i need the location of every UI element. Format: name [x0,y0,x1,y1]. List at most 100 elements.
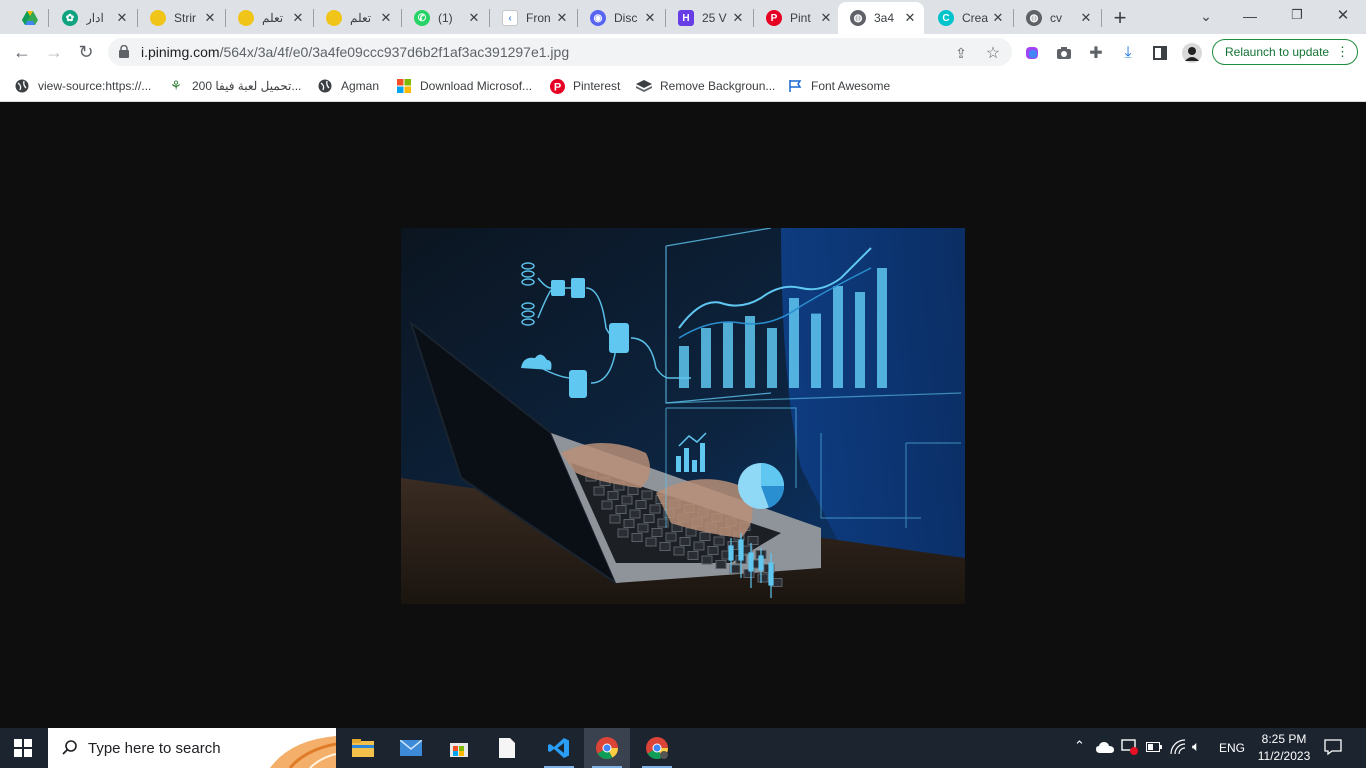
pinterest-icon: P [549,78,565,94]
bookmark-label: Download Microsof... [420,79,533,93]
onedrive-cloud-icon[interactable] [1096,741,1114,756]
photo-keyboard-key [629,509,641,519]
chatgpt-icon: ✿ [62,10,78,26]
tab-frontend[interactable]: ‹ Fron ✕ [490,4,576,32]
pinterest-icon: P [766,10,782,26]
chrome-profile-app[interactable] [634,728,680,768]
side-panel-icon[interactable] [1150,43,1170,63]
more-menu-icon[interactable]: ⋮ [1336,44,1349,60]
photo-keyboard-key [617,528,629,538]
tab-hostinger[interactable]: H 25 V ✕ [666,4,752,32]
tab-canva[interactable]: C Crea ✕ [926,4,1012,32]
battery-icon[interactable] [1146,741,1162,755]
tab-coin-1[interactable]: Strir ✕ [138,4,224,32]
forward-button[interactable]: → [42,40,66,64]
close-icon[interactable]: ✕ [554,10,570,26]
close-icon[interactable]: ✕ [202,10,218,26]
clock-time: 8:25 PM [1261,732,1307,746]
tab-chatgpt[interactable]: ✿ ادار ✕ [50,4,136,32]
close-icon[interactable]: ✕ [378,10,394,26]
bookmark-fifa[interactable]: ⚘ تحميل لعبة فيفا 200... [168,76,301,96]
tab-title: (1) [438,11,453,25]
photo-keyboard-key [693,541,705,551]
photo-keyboard-key [645,537,657,547]
photo-keyboard-key [707,546,719,555]
close-icon[interactable]: ✕ [642,10,658,26]
show-hidden-icons-chevron-icon[interactable]: ⌃ [1074,738,1085,754]
download-icon[interactable]: ⤓ [1118,43,1138,63]
back-button[interactable]: ← [10,40,34,64]
bookmark-star-icon[interactable]: ☆ [984,44,1002,62]
bookmark-label: تحميل لعبة فيفا 200... [192,79,302,93]
photo-keyboard-key [713,536,725,546]
close-icon[interactable]: ✕ [1078,10,1094,26]
bookmark-font-awesome[interactable]: Font Awesome [787,76,890,96]
close-icon[interactable]: ✕ [290,10,306,26]
tab-discord[interactable]: ◉ Disc ✕ [578,4,664,32]
photo-keyboard-key [673,546,685,556]
frontend-icon: ‹ [502,10,518,26]
notifications-icon[interactable] [1324,739,1342,758]
file-explorer-app[interactable] [340,728,386,768]
camera-icon[interactable] [1054,43,1074,63]
clock[interactable]: 8:25 PM 11/2/2023 [1254,731,1314,765]
document-app[interactable] [484,728,530,768]
tab-active-image[interactable]: ◍ 3a4 ✕ [838,2,924,34]
extension-gemini-icon[interactable] [1022,43,1042,63]
bookmark-pinterest[interactable]: P Pinterest [549,76,620,96]
chrome-app[interactable] [584,728,630,768]
tab-search-icon[interactable]: ⌄ [1196,6,1216,26]
close-icon[interactable]: ✕ [902,10,918,26]
url-text: i.pinimg.com/564x/3a/4f/e0/3a4fe09ccc937… [141,44,569,60]
photo-chart-bar [767,328,777,388]
address-bar[interactable]: i.pinimg.com/564x/3a/4f/e0/3a4fe09ccc937… [108,38,1012,66]
tab-pinterest[interactable]: P Pint ✕ [754,4,840,32]
photo-chart-bar [855,292,865,388]
photo-keyboard-key [757,573,769,583]
photo-keyboard-key [621,495,633,505]
displayed-image[interactable] [401,228,965,604]
bookmark-agman[interactable]: Agman [317,76,379,96]
microsoft-store-app[interactable] [436,728,482,768]
globe-icon: ◍ [850,10,866,26]
wifi-icon[interactable] [1170,739,1186,758]
share-icon[interactable]: ⇪ [952,44,970,62]
extensions-puzzle-icon[interactable]: ✚ [1086,43,1106,63]
bookmark-remove-background[interactable]: Remove Backgroun... [636,76,775,96]
window-close-button[interactable]: ✕ [1333,5,1353,25]
tab-google-drive[interactable] [10,4,46,32]
tab-coin-2[interactable]: تعلم ✕ [226,4,312,32]
url-host: i.pinimg.com [141,44,220,60]
bookmark-view-source[interactable]: view-source:https://... [14,76,151,96]
close-icon[interactable]: ✕ [818,10,834,26]
globe-icon: ◍ [1026,10,1042,26]
tab-whatsapp[interactable]: ✆ (1) ✕ [402,4,488,32]
volume-icon[interactable]: 🔈︎ [1192,738,1200,755]
mail-app[interactable] [388,728,434,768]
security-alert-icon[interactable] [1121,739,1139,758]
photo-keyboard-key [601,500,613,510]
tab-coin-3[interactable]: تعلم ✕ [314,4,400,32]
reload-button[interactable]: ↻ [74,40,98,64]
language-indicator[interactable]: ENG [1219,741,1245,755]
photo-keyboard-key [631,533,643,542]
svg-text:P: P [553,81,560,93]
windows-start-button[interactable] [14,739,32,762]
restore-button[interactable]: ❐ [1287,5,1307,25]
photo-keyboard-key [623,519,635,528]
vscode-app[interactable] [536,728,582,768]
layers-icon [636,78,652,94]
close-icon[interactable]: ✕ [466,10,482,26]
relaunch-to-update-button[interactable]: Relaunch to update ⋮ [1212,39,1358,65]
tab-cv[interactable]: ◍ cv ✕ [1014,4,1100,32]
close-icon[interactable]: ✕ [730,10,746,26]
coin-icon [150,10,166,26]
photo-chart-bar [811,313,821,388]
close-icon[interactable]: ✕ [114,10,130,26]
new-tab-button[interactable]: + [1108,5,1132,30]
minimize-button[interactable]: — [1240,6,1260,26]
close-icon[interactable]: ✕ [990,10,1006,26]
bookmark-microsoft[interactable]: Download Microsof... [396,76,532,96]
taskbar-search-box[interactable]: Type here to search [48,728,336,768]
profile-avatar[interactable] [1182,43,1202,63]
